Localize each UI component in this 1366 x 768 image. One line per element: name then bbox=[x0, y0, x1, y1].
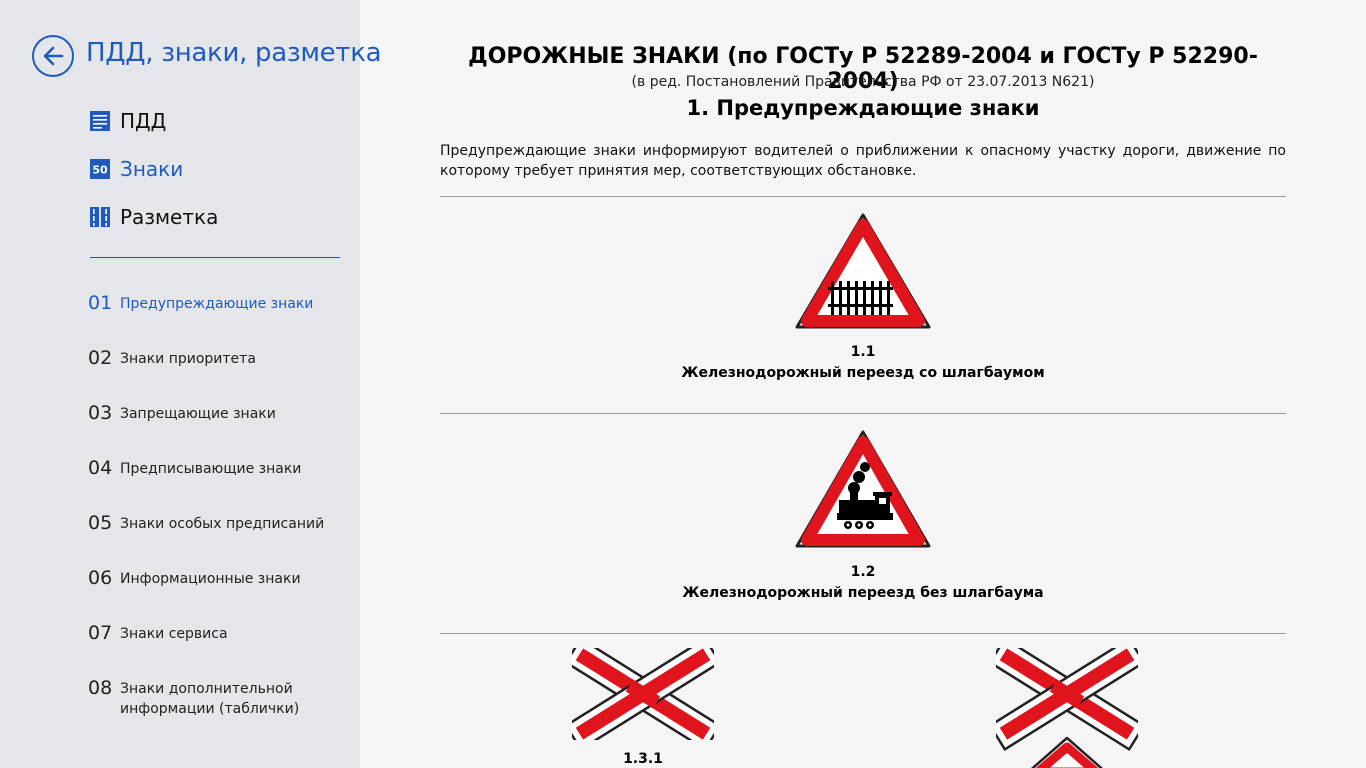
category-number: 01 bbox=[88, 292, 113, 314]
sidebar-divider bbox=[90, 257, 340, 258]
sign-50-icon-text: 50 bbox=[92, 164, 108, 177]
intro-paragraph: Предупреждающие знаки информируют водите… bbox=[440, 143, 1286, 179]
nav-label-marking: Разметка bbox=[120, 205, 219, 229]
document-subtitle: (в ред. Постановлений Правительства РФ о… bbox=[631, 74, 1095, 90]
category-priority[interactable]: 02 Знаки приоритета bbox=[88, 347, 330, 369]
nav-label-signs: Знаки bbox=[120, 157, 184, 181]
single-track-cross-sign bbox=[572, 648, 714, 740]
sidebar: ПДД, знаки, разметка ПДД 50 Знаки Размет… bbox=[0, 0, 382, 768]
sign-code: 1.1 bbox=[850, 344, 876, 360]
back-button[interactable] bbox=[32, 35, 74, 77]
section-title: 1. Предупреждающие знаки bbox=[686, 96, 1040, 120]
category-information[interactable]: 06 Информационные знаки bbox=[88, 567, 330, 589]
main-content[interactable]: ДОРОЖНЫЕ ЗНАКИ (по ГОСТу Р 52289-2004 и … bbox=[360, 0, 1366, 768]
category-label: Информационные знаки bbox=[120, 571, 301, 587]
sign-code: 1.2 bbox=[850, 564, 876, 580]
steam-locomotive-sign bbox=[795, 430, 931, 548]
category-warning[interactable]: 01 Предупреждающие знаки bbox=[88, 292, 330, 314]
category-label: Знаки дополнительной информации (табличк… bbox=[120, 681, 300, 717]
category-number: 07 bbox=[88, 622, 113, 644]
railway-barrier-sign bbox=[795, 213, 931, 329]
app-title: ПДД, знаки, разметка bbox=[86, 38, 382, 68]
category-mandatory[interactable]: 04 Предписывающие знаки bbox=[88, 457, 330, 479]
back-arrow-icon bbox=[43, 46, 64, 66]
category-label: Предписывающие знаки bbox=[120, 461, 302, 477]
category-label: Запрещающие знаки bbox=[120, 406, 276, 422]
category-number: 08 bbox=[88, 677, 113, 699]
category-prohibitory[interactable]: 03 Запрещающие знаки bbox=[88, 402, 330, 424]
multi-track-cross-sign bbox=[996, 648, 1138, 768]
divider bbox=[440, 413, 1286, 414]
category-label: Знаки приоритета bbox=[120, 351, 256, 367]
divider bbox=[440, 196, 1286, 197]
category-number: 06 bbox=[88, 567, 113, 589]
road-marking-icon bbox=[90, 207, 110, 227]
category-service[interactable]: 07 Знаки сервиса bbox=[88, 622, 330, 644]
divider bbox=[440, 633, 1286, 634]
category-label: Знаки особых предписаний bbox=[120, 516, 325, 532]
nav-item-pdd[interactable]: ПДД bbox=[90, 107, 166, 135]
sign-name: Железнодорожный переезд со шлагбаумом bbox=[681, 365, 1045, 381]
category-label: Знаки сервиса bbox=[120, 626, 228, 642]
nav-item-signs[interactable]: 50 Знаки bbox=[90, 155, 183, 183]
category-label: Предупреждающие знаки bbox=[120, 296, 314, 312]
category-special-regulation[interactable]: 05 Знаки особых предписаний bbox=[88, 512, 330, 534]
category-number: 04 bbox=[88, 457, 113, 479]
category-number: 05 bbox=[88, 512, 113, 534]
category-number: 02 bbox=[88, 347, 113, 369]
category-number: 03 bbox=[88, 402, 113, 424]
nav-item-marking[interactable]: Разметка bbox=[90, 203, 218, 231]
sign-50-icon: 50 bbox=[90, 159, 110, 179]
sign-code: 1.3.1 bbox=[623, 751, 663, 767]
document-icon bbox=[90, 111, 110, 131]
category-additional-plates[interactable]: 08 Знаки дополнительной информации (табл… bbox=[88, 677, 330, 719]
nav-label-pdd: ПДД bbox=[120, 109, 167, 133]
sign-name: Железнодорожный переезд без шлагбаума bbox=[682, 585, 1044, 601]
